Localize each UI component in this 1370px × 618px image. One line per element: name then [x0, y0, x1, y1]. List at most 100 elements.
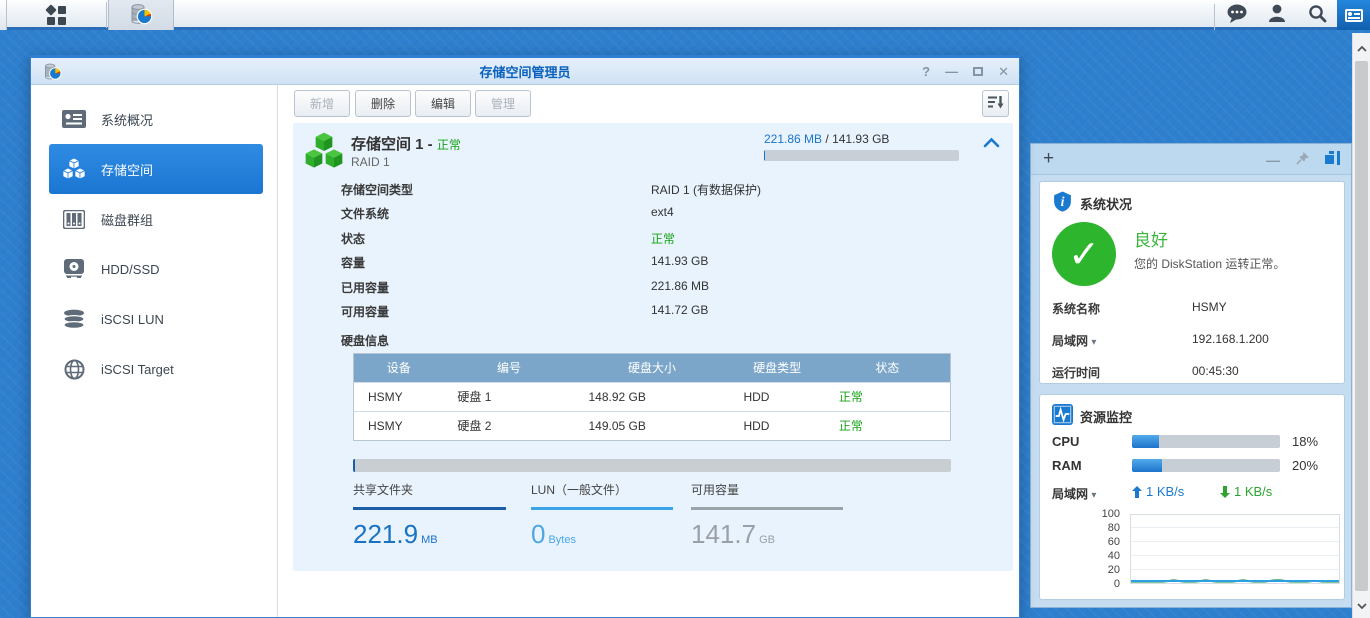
chat-bubble-icon [1226, 4, 1248, 27]
volume-usage-text: 221.86 MB / 141.93 GB [764, 132, 889, 146]
col-status[interactable]: 状态 [825, 354, 950, 382]
health-row-label: 系统名称 [1052, 302, 1100, 316]
volume-title-row[interactable]: 存储空间 1 - 正常 [351, 133, 461, 154]
network-dropdown-caret[interactable]: ▾ [1091, 490, 1096, 501]
window-app-icon [43, 62, 62, 84]
tray-divider [1214, 4, 1215, 30]
edit-button[interactable]: 编辑 [415, 90, 471, 117]
detail-value: RAID 1 (有数据保护) [651, 181, 761, 198]
detail-value: 141.93 GB [651, 254, 708, 268]
page-scrollbar[interactable] [1352, 33, 1370, 618]
ram-label: RAM [1052, 458, 1082, 473]
widget-panel: + — i [1030, 143, 1352, 608]
stat-available[interactable]: 可用容量 141.7GB [691, 481, 843, 550]
collapse-chevron-up-icon[interactable] [983, 137, 1000, 151]
stat-underline [691, 507, 843, 510]
detail-row: 已用容量221.86 MB [341, 279, 993, 299]
scroll-down-arrow[interactable] [1353, 596, 1370, 616]
network-history-chart [1130, 514, 1340, 584]
sidebar-item-volume[interactable]: 存储空间 [49, 144, 263, 194]
window-body: 系统概况 存储空间 [31, 85, 1019, 617]
cell-size: 148.92 GB [575, 382, 730, 411]
detail-row: 存储空间类型 RAID 1 (有数据保护) [341, 181, 993, 201]
user-icon [1268, 4, 1286, 26]
create-button[interactable]: 新增 [294, 90, 350, 117]
network-label: 局域网 [1052, 487, 1088, 501]
download-speed: 1 KB/s [1220, 484, 1272, 499]
y-tick: 20 [1042, 564, 1120, 576]
sidebar-item-hdd-ssd[interactable]: HDD/SSD [49, 244, 263, 294]
window-title: 存储空间管理员 [31, 62, 1019, 81]
stat-shared-folders[interactable]: 共享文件夹 221.9MB [353, 481, 506, 550]
panel-minimize-button[interactable]: — [1266, 152, 1280, 168]
network-row: 局域网 ▾ 1 KB/s 1 KB/s [1052, 485, 1332, 501]
add-widget-button[interactable]: + [1043, 148, 1054, 170]
health-row-value: HSMY [1192, 300, 1227, 314]
main-menu-button[interactable] [8, 0, 105, 30]
health-row: 系统名称 HSMY [1052, 300, 1332, 320]
sidebar-item-iscsi-lun[interactable]: iSCSI LUN [49, 294, 263, 344]
col-type[interactable]: 硬盘类型 [729, 354, 824, 382]
window-titlebar[interactable]: 存储空间管理员 ? — ✕ [31, 58, 1019, 85]
cell-type: HDD [729, 411, 824, 440]
cell-type: HDD [729, 382, 824, 411]
widgets-toggle-button[interactable] [1337, 0, 1370, 30]
volume-card: 存储空间 1 - 正常 RAID 1 221.86 MB / 141.93 GB… [293, 123, 1013, 571]
detail-row: 可用容量141.72 GB [341, 303, 993, 323]
taskbar-storage-manager-button[interactable] [108, 0, 174, 30]
cell-number: 硬盘 1 [443, 382, 574, 411]
ram-percent: 20% [1292, 458, 1318, 473]
maximize-button[interactable] [973, 67, 983, 76]
resource-monitor-widget: 资源监控 CPU 18% RAM 20% 局域网 ▾ 1 KB/s [1039, 394, 1345, 600]
manage-button[interactable]: 管理 [475, 90, 531, 117]
disk-table-row[interactable]: HSMY 硬盘 1 148.92 GB HDD 正常 [354, 382, 950, 411]
volume-title: 存储空间 1 [351, 136, 424, 153]
show-desktop-button[interactable] [0, 0, 7, 30]
minimize-button[interactable]: — [945, 65, 958, 78]
help-button[interactable]: ? [922, 65, 930, 78]
sidebar-item-overview[interactable]: 系统概况 [49, 94, 263, 144]
health-row-lan: 局域网 ▾ 192.168.1.200 [1052, 332, 1332, 352]
sort-button[interactable] [982, 90, 1009, 117]
health-row-label: 局域网 [1052, 334, 1088, 348]
lan-dropdown-caret[interactable]: ▾ [1091, 337, 1096, 348]
sidebar-item-iscsi-target[interactable]: iSCSI Target [49, 344, 263, 394]
y-tick: 40 [1042, 550, 1120, 562]
cell-device: HSMY [354, 411, 443, 440]
disk-table-row[interactable]: HSMY 硬盘 2 149.05 GB HDD 正常 [354, 411, 950, 440]
health-status: 良好 [1134, 226, 1168, 251]
cell-status: 正常 [825, 382, 950, 411]
notifications-button[interactable] [1217, 0, 1257, 30]
detail-label: 容量 [341, 254, 365, 271]
sidebar-item-disk-group[interactable]: 磁盘群组 [49, 194, 263, 244]
detail-label: 存储空间类型 [341, 181, 413, 198]
delete-button[interactable]: 删除 [355, 90, 411, 117]
detail-row: 状态正常 [341, 230, 993, 250]
scrollbar-thumb[interactable] [1355, 61, 1368, 591]
user-menu-button[interactable] [1257, 0, 1297, 30]
col-size[interactable]: 硬盘大小 [575, 354, 730, 382]
pin-icon[interactable] [1295, 151, 1310, 169]
search-button[interactable] [1297, 0, 1337, 30]
detail-label: 状态 [341, 230, 365, 247]
cell-size: 149.05 GB [575, 411, 730, 440]
volume-title-sep: - [424, 136, 437, 153]
upload-arrow-icon [1132, 486, 1142, 498]
stat-lun[interactable]: LUN（一般文件） 0Bytes [531, 481, 673, 550]
sidebar-item-label: iSCSI Target [101, 362, 174, 377]
sidebar-item-label: HDD/SSD [101, 262, 160, 277]
download-arrow-icon [1220, 486, 1230, 498]
health-row-value: 00:45:30 [1192, 364, 1239, 378]
health-message: 您的 DiskStation 运转正常。 [1134, 255, 1285, 272]
panel-layout-icon[interactable] [1325, 151, 1341, 168]
close-button[interactable]: ✕ [998, 65, 1009, 78]
col-device[interactable]: 设备 [354, 354, 443, 382]
y-tick: 60 [1042, 536, 1120, 548]
check-icon: ✓ [1068, 232, 1100, 277]
taskbar [0, 0, 1370, 30]
scroll-up-arrow[interactable] [1353, 39, 1370, 59]
taskbar-divider [106, 2, 107, 28]
col-number[interactable]: 编号 [443, 354, 574, 382]
detail-value: ext4 [651, 205, 674, 219]
stat-label: 可用容量 [691, 481, 843, 498]
